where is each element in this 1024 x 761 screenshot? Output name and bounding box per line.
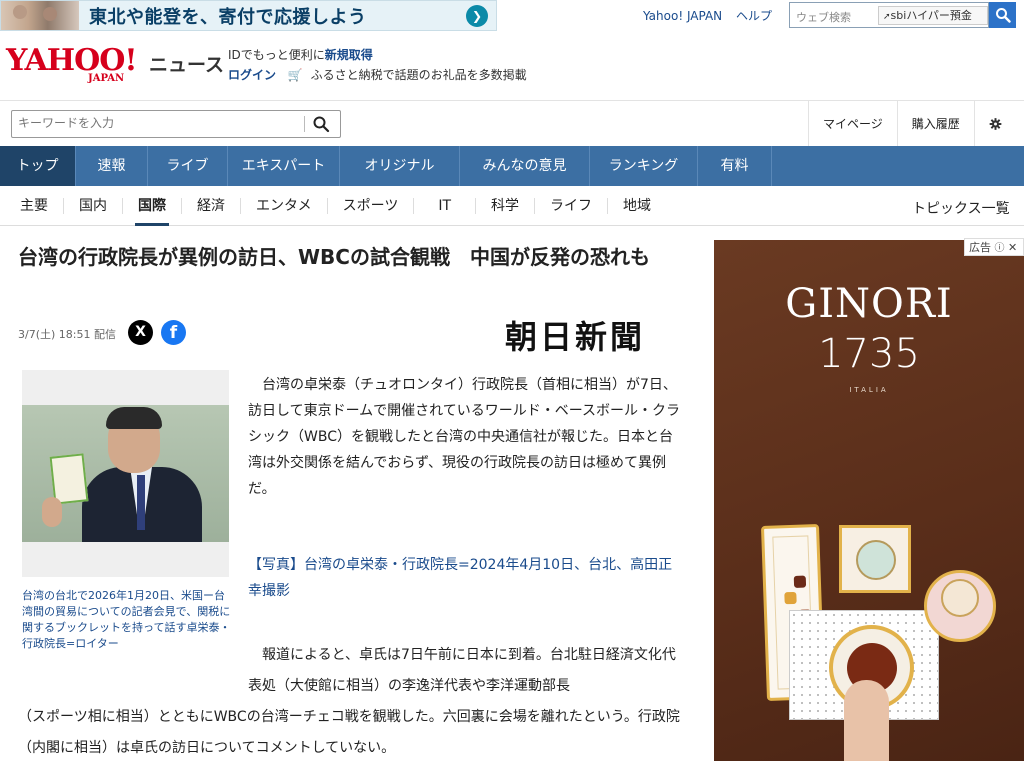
article-headline: 台湾の行政院長が異例の訪日、WBCの試合観戦 中国が反発の恐れも (18, 245, 650, 269)
ad-candy (784, 591, 797, 605)
search-icon (313, 116, 330, 133)
ad-label[interactable]: 広告 ⓘ ✕ (964, 238, 1024, 256)
search-divider (304, 116, 305, 132)
chevron-right-icon[interactable]: ❯ (466, 4, 488, 27)
nav-opinions[interactable]: みんなの意見 (460, 146, 590, 186)
sbi-label: sbiハイパー預金 (890, 9, 972, 22)
article-paragraph-2: 報道によると、卓氏は7日午前に日本に到着。台北駐日経済文化代表処（大使館に相当）… (248, 647, 676, 694)
gear-icon (989, 118, 1002, 130)
cat-main[interactable]: 主要 (0, 197, 64, 214)
cat-it[interactable]: IT (414, 197, 477, 214)
ad-teapot (924, 570, 996, 642)
cat-region[interactable]: 地域 (608, 198, 666, 214)
photo-hand (42, 497, 62, 527)
cat-science[interactable]: 科学 (476, 197, 536, 214)
yahoo-japan-link[interactable]: Yahoo! JAPAN (643, 9, 722, 23)
article-paragraph-1: 台湾の卓栄泰（チュオロンタイ）行政院長（首相に相当）が7日、訪日して東京ドームで… (248, 377, 681, 497)
web-search-placeholder: ウェブ検索 (796, 11, 851, 24)
sbi-arrow-icon: ➚ (883, 12, 891, 22)
ad-label-text: 広告 (969, 241, 991, 254)
ad-info-icon[interactable]: ⓘ (995, 243, 1005, 254)
nav-paid[interactable]: 有料 (698, 146, 772, 186)
ad-box-lid (856, 540, 896, 580)
nav-live[interactable]: ライブ (148, 146, 228, 186)
mypage-link[interactable]: マイページ (808, 101, 897, 147)
photo-hair (106, 407, 162, 429)
web-search-button[interactable] (989, 2, 1016, 28)
cat-sports[interactable]: スポーツ (328, 197, 415, 214)
x-icon: X (135, 324, 146, 340)
top-links: Yahoo! JAPAN ヘルプ (643, 7, 782, 24)
ad-brand-name: GINORI (785, 281, 953, 327)
cat-international[interactable]: 国際 (123, 197, 182, 226)
photo-caption[interactable]: 台湾の台北で2026年1月20日、米国ー台湾間の貿易についての記者会見で、関税に… (22, 588, 232, 652)
site-header: YAHOO! JAPAN ニュース IDでもっと便利に新規取得 ログイン 🛒 ふ… (0, 32, 1024, 100)
account-links: マイページ 購入履歴 (808, 101, 1016, 147)
login-row: ログイン 🛒 ふるさと納税で話題のお礼品を多数掲載 (228, 66, 527, 83)
login-link[interactable]: ログイン (228, 68, 276, 82)
id-prefix: IDでもっと便利に (228, 48, 325, 62)
share-x-button[interactable]: X (128, 320, 153, 345)
furusato-link[interactable]: ふるさと納税で話題のお礼品を多数掲載 (311, 68, 527, 82)
nav-top[interactable]: トップ (0, 146, 76, 186)
nav-ranking[interactable]: ランキング (590, 146, 698, 186)
sbi-link[interactable]: ➚sbiハイパー預金 (878, 6, 988, 25)
keyword-search-button[interactable] (312, 115, 330, 137)
ad-candy (793, 575, 807, 588)
help-link[interactable]: ヘルプ (736, 9, 772, 23)
article-photo[interactable] (22, 370, 229, 577)
cat-domestic[interactable]: 国内 (64, 197, 123, 214)
share-facebook-button[interactable]: f (161, 320, 186, 345)
promo-banner[interactable]: 東北や能登を、寄付で応援しよう ❯ (0, 0, 497, 31)
photo-link[interactable]: 【写真】台湾の卓栄泰・行政院長=2024年4月10日、台北、高田正幸撮影 (248, 552, 684, 604)
promo-text: 東北や能登を、寄付で応援しよう (89, 6, 367, 28)
top-strip: 東北や能登を、寄付で応援しよう ❯ Yahoo! JAPAN ヘルプ ウェブ検索… (0, 0, 1024, 32)
article-date: 3/7(土) 18:51 (18, 328, 91, 341)
category-nav: 主要 国内 国際 経済 エンタメ スポーツ IT 科学 ライフ 地域 トピックス… (0, 186, 1024, 226)
nav-original[interactable]: オリジナル (340, 146, 460, 186)
purchase-history-link[interactable]: 購入履歴 (896, 101, 974, 147)
settings-button[interactable] (973, 101, 1016, 147)
id-promo: IDでもっと便利に新規取得 (228, 46, 373, 63)
main-nav: トップ 速報 ライブ エキスパート オリジナル みんなの意見 ランキング 有料 (0, 146, 1024, 186)
cat-entertainment[interactable]: エンタメ (241, 197, 328, 214)
photo-image (22, 405, 229, 542)
ad-brand-year: 1735 (818, 331, 920, 377)
section-title[interactable]: ニュース (149, 50, 224, 77)
register-link[interactable]: 新規取得 (325, 48, 373, 62)
topics-list-link[interactable]: トピックス一覧 (912, 198, 1010, 218)
nav-breaking[interactable]: 速報 (76, 146, 148, 186)
search-icon (995, 8, 1011, 23)
logo-text: YAHOO! (6, 43, 138, 78)
ad-close-icon[interactable]: ✕ (1008, 241, 1017, 254)
ad-teapot-lid (941, 579, 979, 617)
photo-tie (137, 475, 145, 530)
cat-life[interactable]: ライフ (535, 197, 609, 214)
ad-banner[interactable]: GINORI 1735 ITALIA (714, 240, 1024, 761)
promo-photo (1, 1, 79, 30)
article-meta: 3/7(土) 18:51 配信 (18, 326, 116, 342)
facebook-icon: f (169, 323, 178, 343)
nav-expert[interactable]: エキスパート (228, 146, 340, 186)
cart-icon: 🛒 (287, 68, 303, 82)
publisher-logo[interactable]: 朝日新聞 (505, 312, 645, 358)
ad-box (839, 525, 911, 593)
yahoo-logo[interactable]: YAHOO! JAPAN (6, 43, 138, 85)
search-row: マイページ 購入履歴 (0, 100, 1024, 147)
web-search-box[interactable]: ウェブ検索 ➚sbiハイパー預金 (789, 2, 989, 28)
article-delivery: 配信 (93, 328, 116, 341)
ad-brand-sub: ITALIA (849, 386, 889, 394)
keyword-search (11, 110, 341, 138)
ad-hand (844, 680, 889, 761)
keyword-input[interactable] (18, 116, 303, 130)
cat-economy[interactable]: 経済 (182, 197, 241, 214)
article-paragraph-2-cont: （スポーツ相に相当）とともにWBCの台湾ーチェコ戦を観戦した。六回裏に会場を離れ… (18, 709, 680, 756)
